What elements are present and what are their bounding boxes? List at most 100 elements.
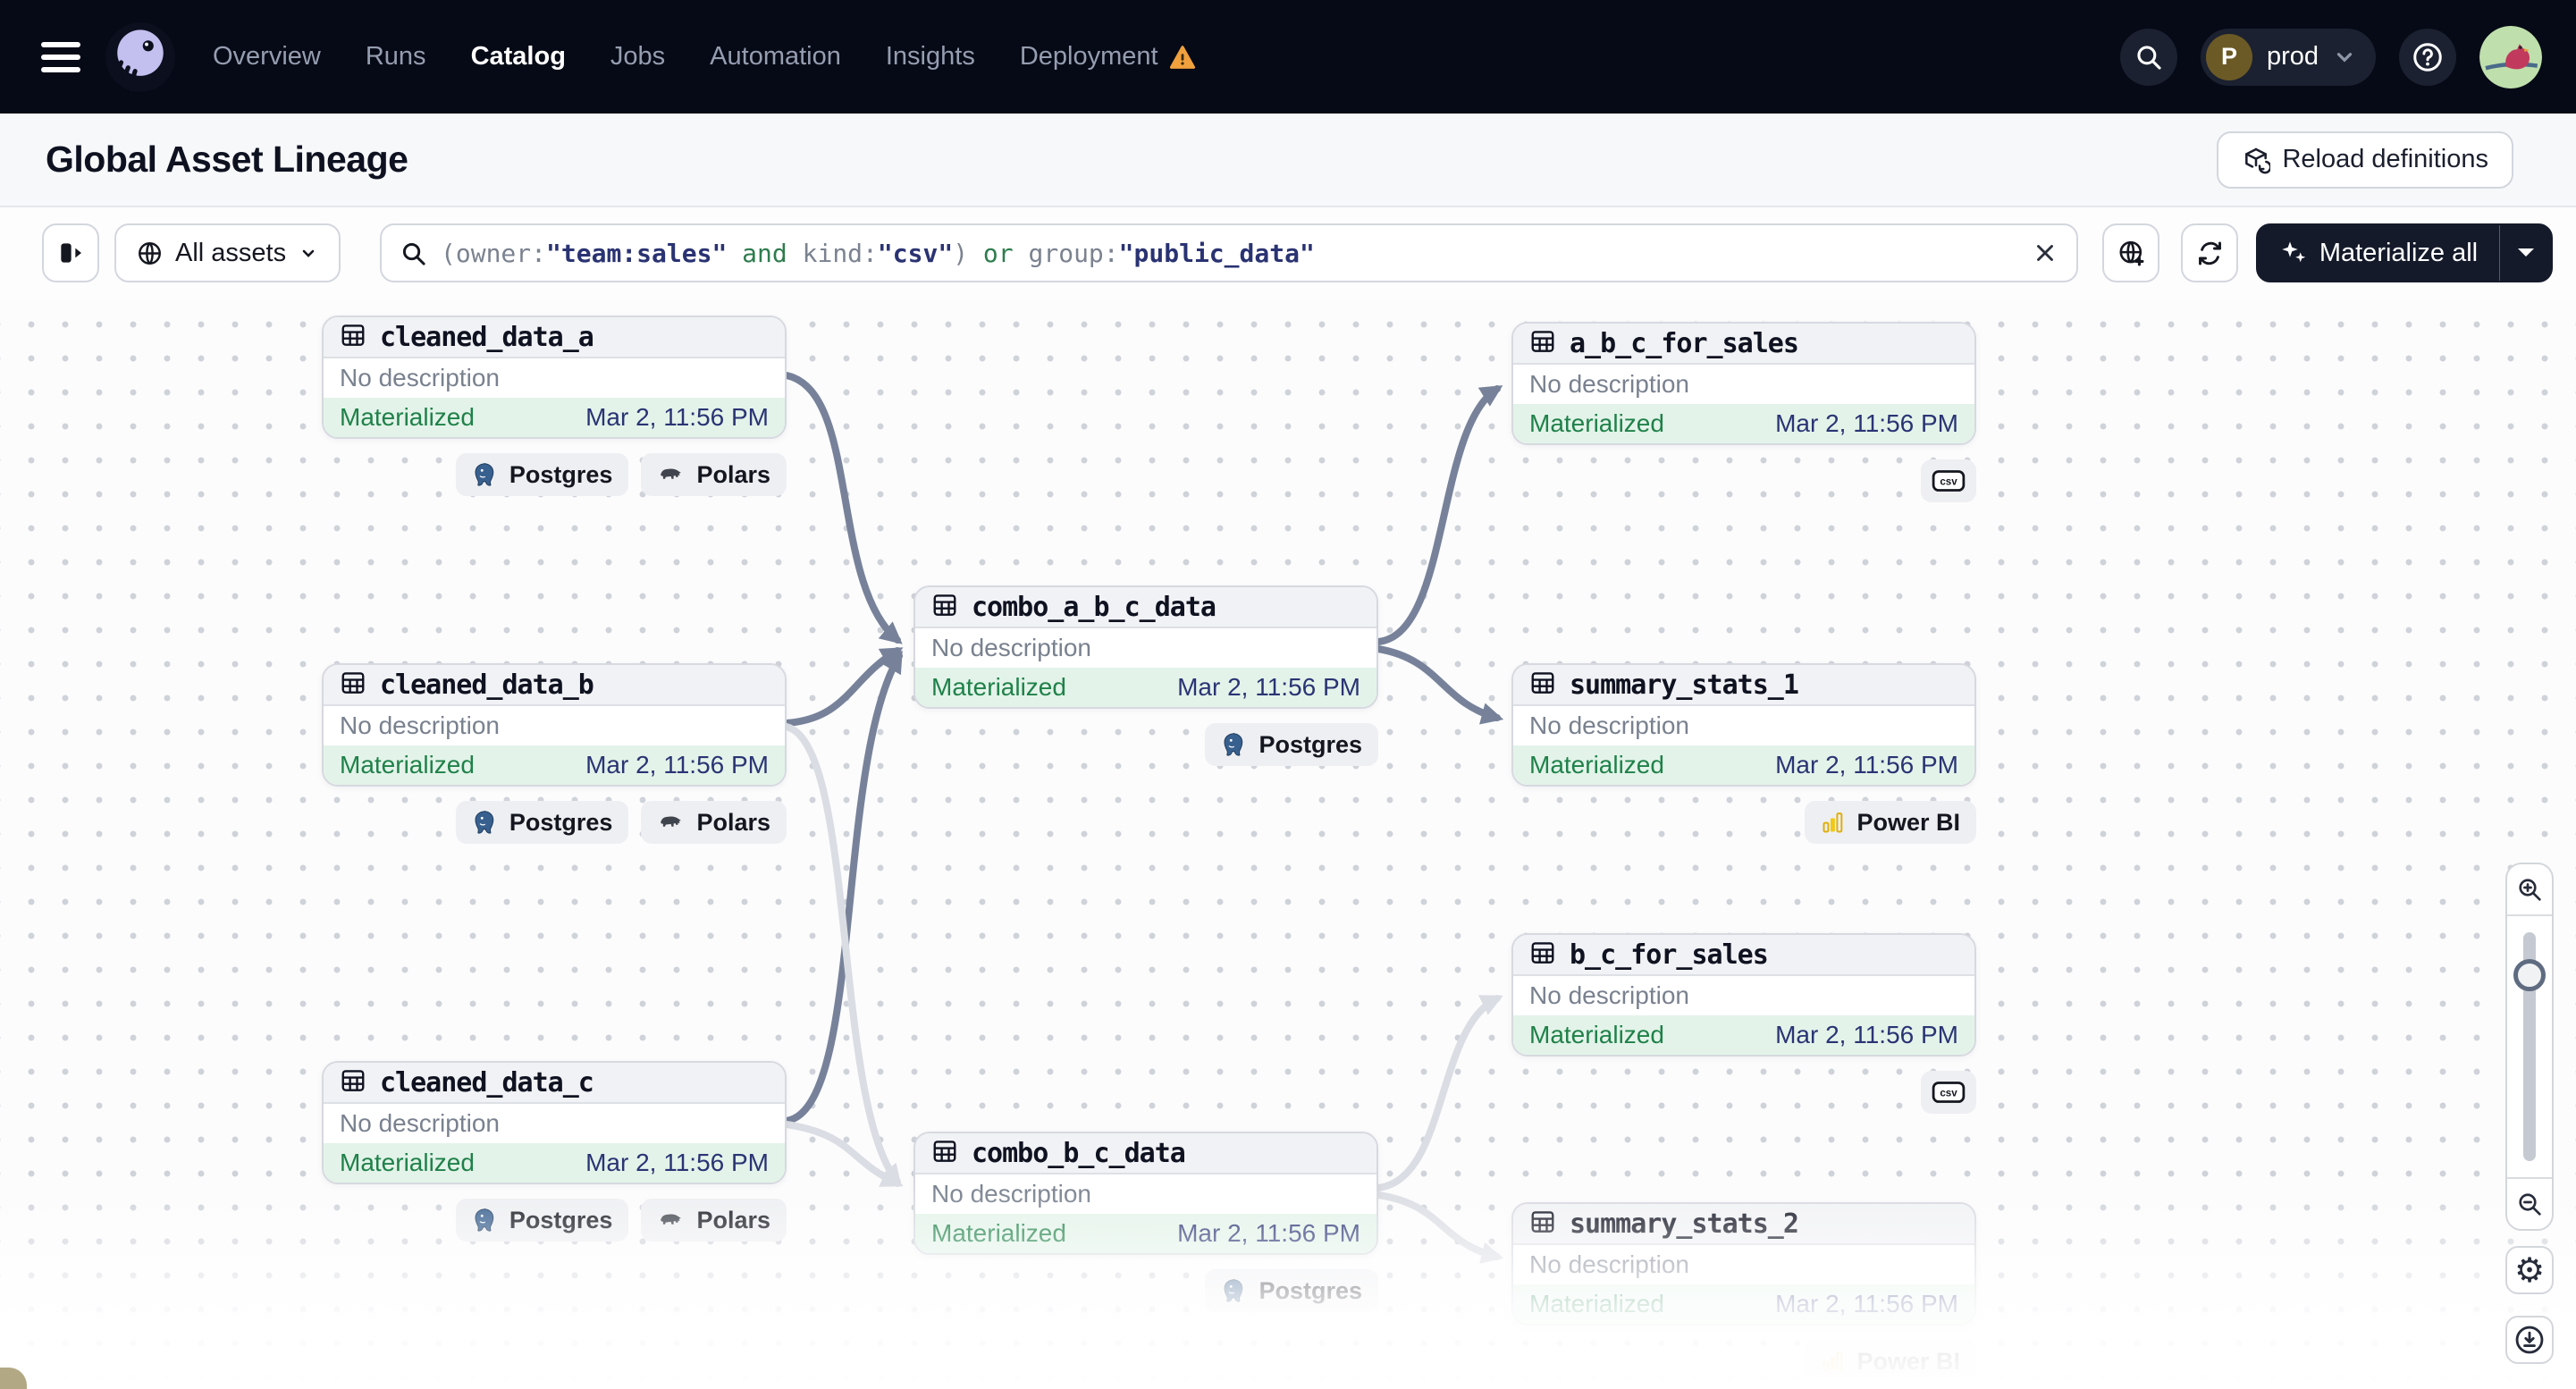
- materialize-all-main[interactable]: Materialize all: [2258, 239, 2499, 268]
- materialize-options-caret[interactable]: [2499, 225, 2551, 281]
- zoom-controls: [2505, 863, 2554, 1231]
- lineage-graph-canvas[interactable]: cleaned_data_a No description Materializ…: [0, 300, 2576, 1389]
- lineage-edge-cleaned_data_b-to-combo_a_b_c_data: [783, 647, 904, 727]
- asset-kind-tags-summary_stats_2: Power BI: [1511, 1340, 1976, 1383]
- deployment-switcher[interactable]: P prod: [2200, 28, 2376, 86]
- kind-tag-postgres[interactable]: Postgres: [455, 453, 629, 496]
- kind-tag-label: Power BI: [1856, 808, 1960, 836]
- asset-name: b_c_for_sales: [1570, 939, 1769, 971]
- asset-search-input[interactable]: (owner:"team:sales" and kind:"csv") or g…: [380, 223, 2078, 282]
- kind-tag-postgres[interactable]: Postgres: [1205, 723, 1378, 766]
- asset-node-cleaned_data_a[interactable]: cleaned_data_a No description Materializ…: [322, 316, 787, 439]
- nav-item-jobs[interactable]: Jobs: [610, 42, 665, 72]
- asset-filter-dropdown[interactable]: All assets: [114, 223, 341, 282]
- zoom-in-button[interactable]: [2507, 864, 2552, 916]
- zoom-slider-thumb[interactable]: [2513, 959, 2546, 991]
- hamburger-menu-icon[interactable]: [41, 41, 80, 72]
- asset-kind-tags-combo_a_b_c_data: Postgres: [913, 723, 1378, 766]
- asset-status-row: Materialized Mar 2, 11:56 PM: [324, 1143, 785, 1183]
- nav-item-insights[interactable]: Insights: [886, 42, 975, 72]
- asset-timestamp: Mar 2, 11:56 PM: [1177, 1219, 1360, 1247]
- nav-item-catalog[interactable]: Catalog: [471, 42, 566, 72]
- asset-timestamp: Mar 2, 11:56 PM: [1775, 751, 1958, 779]
- kind-tag-powerbi[interactable]: Power BI: [1805, 801, 1976, 844]
- kind-tag-label: Postgres: [1259, 1276, 1362, 1304]
- refresh-graph-button[interactable]: [2181, 223, 2238, 282]
- kind-tag-label: Polars: [696, 460, 770, 488]
- asset-node-header: cleaned_data_b: [324, 665, 785, 706]
- zoom-out-button[interactable]: [2507, 1177, 2552, 1229]
- view-settings-globe-button[interactable]: [2102, 223, 2159, 282]
- polars-bear-icon: [661, 1213, 682, 1225]
- asset-name: combo_b_c_data: [972, 1137, 1186, 1169]
- asset-node-a_b_c_for_sales[interactable]: a_b_c_for_sales No description Materiali…: [1511, 322, 1976, 445]
- open-sidebar-panel-button[interactable]: [42, 223, 99, 282]
- asset-node-combo_b_c_data[interactable]: combo_b_c_data No description Materializ…: [913, 1132, 1378, 1255]
- query-segment: group:: [1028, 238, 1119, 268]
- asset-description: No description: [931, 634, 1091, 661]
- search-query-text: (owner:"team:sales" and kind:"csv") or g…: [441, 239, 2018, 268]
- asset-node-b_c_for_sales[interactable]: b_c_for_sales No description Materialize…: [1511, 933, 1976, 1056]
- table-icon: [340, 669, 366, 701]
- nav-item-label: Automation: [710, 42, 841, 71]
- zoom-slider[interactable]: [2507, 916, 2552, 1177]
- asset-status-row: Materialized Mar 2, 11:56 PM: [915, 1214, 1376, 1253]
- lineage-content: All assets (owner:"team:sales" and kind:…: [0, 209, 2576, 1389]
- user-avatar[interactable]: [2479, 25, 2542, 88]
- asset-name: a_b_c_for_sales: [1570, 327, 1799, 359]
- clear-search-icon[interactable]: [2032, 240, 2058, 266]
- globe-plus-icon: [2119, 240, 2143, 265]
- kind-tag-polars[interactable]: Polars: [641, 801, 787, 844]
- kind-tag-csv[interactable]: csv: [1921, 459, 1976, 502]
- asset-kind-tags-cleaned_data_b: Postgres Polars: [322, 801, 787, 844]
- asset-node-header: summary_stats_1: [1513, 665, 1974, 706]
- kind-tag-postgres[interactable]: Postgres: [455, 801, 629, 844]
- lineage-edge-cleaned_data_b-to-combo_b_c_data: [783, 723, 902, 1187]
- asset-description: No description: [931, 1180, 1091, 1208]
- asset-name: combo_a_b_c_data: [972, 591, 1216, 623]
- asset-status: Materialized: [1529, 1021, 1664, 1048]
- asset-node-combo_a_b_c_data[interactable]: combo_a_b_c_data No description Material…: [913, 585, 1378, 709]
- nav-item-overview[interactable]: Overview: [213, 42, 321, 72]
- search-icon[interactable]: [2119, 28, 2177, 86]
- asset-description: No description: [340, 1109, 500, 1137]
- asset-node-summary_stats_1[interactable]: summary_stats_1 No description Materiali…: [1511, 663, 1976, 787]
- reload-definitions-button[interactable]: Reload definitions: [2217, 130, 2513, 189]
- search-icon: [402, 242, 425, 265]
- powerbi-icon: [1823, 1351, 1843, 1372]
- postgres-icon: [475, 811, 494, 834]
- asset-timestamp: Mar 2, 11:56 PM: [1775, 409, 1958, 437]
- materialize-all-button[interactable]: Materialize all: [2256, 223, 2553, 282]
- table-icon: [340, 322, 366, 353]
- kind-tag-polars[interactable]: Polars: [641, 1199, 787, 1242]
- asset-name: cleaned_data_a: [380, 321, 594, 353]
- kind-tag-csv[interactable]: csv: [1921, 1071, 1976, 1114]
- kind-tag-label: Postgres: [509, 460, 613, 488]
- materialize-all-label: Materialize all: [2319, 238, 2479, 267]
- nav-item-automation[interactable]: Automation: [710, 42, 841, 72]
- nav-item-deployment[interactable]: Deployment: [1020, 42, 1196, 72]
- download-image-button[interactable]: [2505, 1316, 2554, 1364]
- dagster-logo-icon[interactable]: [105, 21, 175, 92]
- kind-tag-postgres[interactable]: Postgres: [1205, 1269, 1378, 1312]
- lineage-edge-cleaned_data_c-to-combo_b_c_data: [783, 1121, 904, 1187]
- lineage-edge-combo_b_c_data-to-b_c_for_sales: [1375, 995, 1503, 1191]
- nav-item-label: Deployment: [1019, 42, 1158, 71]
- asset-node-header: cleaned_data_c: [324, 1063, 785, 1104]
- kind-tag-polars[interactable]: Polars: [641, 453, 787, 496]
- asset-node-summary_stats_2[interactable]: summary_stats_2 No description Materiali…: [1511, 1202, 1976, 1326]
- asset-node-cleaned_data_b[interactable]: cleaned_data_b No description Materializ…: [322, 663, 787, 787]
- kind-tag-postgres[interactable]: Postgres: [455, 1199, 629, 1242]
- minimap-corner: [0, 1368, 27, 1389]
- csv-icon: csv: [1932, 1082, 1966, 1103]
- gear-icon: ⚙: [2513, 1250, 2546, 1290]
- kind-tag-powerbi[interactable]: Power BI: [1805, 1340, 1976, 1383]
- svg-text:csv: csv: [1940, 476, 1957, 488]
- graph-settings-button[interactable]: ⚙: [2505, 1246, 2554, 1294]
- polars-bear-icon: [661, 815, 682, 827]
- help-icon[interactable]: [2399, 28, 2456, 86]
- deployment-initial-badge: P: [2205, 33, 2252, 80]
- table-icon: [931, 592, 958, 623]
- asset-node-cleaned_data_c[interactable]: cleaned_data_c No description Materializ…: [322, 1061, 787, 1184]
- nav-item-runs[interactable]: Runs: [366, 42, 426, 72]
